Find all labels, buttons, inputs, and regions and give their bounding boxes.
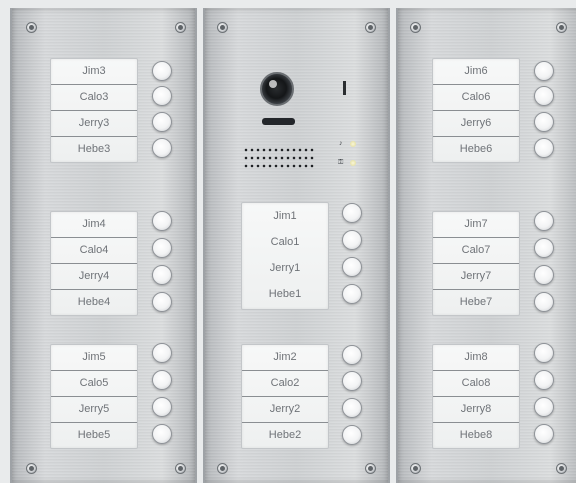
- screw-icon: [410, 22, 421, 33]
- resident-label: Hebe2: [268, 429, 302, 441]
- screw-icon: [365, 22, 376, 33]
- call-button[interactable]: [342, 398, 362, 418]
- resident-label: Jerry7: [433, 264, 519, 290]
- call-button[interactable]: [534, 424, 554, 444]
- resident-label: Calo5: [51, 371, 137, 397]
- resident-label: Jim3: [51, 59, 137, 85]
- resident-label: Jerry2: [242, 397, 328, 423]
- name-card: Jim6 Calo6 Jerry6 Hebe6: [432, 58, 520, 163]
- resident-label: Hebe1: [268, 288, 302, 300]
- resident-label: Calo2: [242, 371, 328, 397]
- screw-icon: [217, 22, 228, 33]
- microphone-icon: [343, 81, 346, 95]
- call-button[interactable]: [534, 112, 554, 132]
- call-button[interactable]: [152, 211, 172, 231]
- name-card: Jim3 Calo3 Jerry3 Hebe3: [50, 58, 138, 163]
- call-button[interactable]: [152, 265, 172, 285]
- resident-label: Hebe6: [459, 143, 493, 155]
- name-card: Jim4 Calo4 Jerry4 Hebe4: [50, 211, 138, 316]
- right-panel: Jim6 Calo6 Jerry6 Hebe6 Jim7 Calo7 Jerry…: [396, 8, 576, 483]
- call-button[interactable]: [152, 370, 172, 390]
- resident-label: Jim1: [273, 210, 297, 222]
- resident-label: Jim2: [242, 345, 328, 371]
- resident-label: Jim8: [433, 345, 519, 371]
- call-button[interactable]: [152, 397, 172, 417]
- resident-label: Calo1: [270, 236, 300, 248]
- camera-icon: [260, 72, 294, 106]
- call-button[interactable]: [152, 424, 172, 444]
- call-button[interactable]: [534, 292, 554, 312]
- resident-label: Jerry3: [51, 111, 137, 137]
- resident-label: Calo6: [433, 85, 519, 111]
- left-panel: Jim3 Calo3 Jerry3 Hebe3 Jim4 Calo4 Jerry…: [10, 8, 197, 483]
- call-button[interactable]: [534, 138, 554, 158]
- status-led: [350, 141, 356, 147]
- resident-label: Jim4: [51, 212, 137, 238]
- call-button[interactable]: [152, 138, 172, 158]
- resident-label: Calo4: [51, 238, 137, 264]
- resident-label: Jerry6: [433, 111, 519, 137]
- screw-icon: [175, 463, 186, 474]
- resident-label: Hebe4: [77, 296, 111, 308]
- call-button[interactable]: [342, 345, 362, 365]
- call-button[interactable]: [152, 343, 172, 363]
- center-panel: ♪ ⚿ Jim1 Calo1 Jerry1 Hebe1 Jim2 Calo2 J…: [203, 8, 390, 483]
- call-button[interactable]: [152, 238, 172, 258]
- call-button[interactable]: [534, 265, 554, 285]
- screw-icon: [217, 463, 228, 474]
- call-button[interactable]: [534, 370, 554, 390]
- resident-label: Calo3: [51, 85, 137, 111]
- call-button[interactable]: [534, 343, 554, 363]
- call-button[interactable]: [342, 425, 362, 445]
- call-button[interactable]: [152, 292, 172, 312]
- resident-label: Jerry1: [269, 262, 301, 274]
- resident-label: Calo8: [433, 371, 519, 397]
- name-card: Jim1 Calo1 Jerry1 Hebe1: [241, 202, 329, 310]
- name-card: Jim8 Calo8 Jerry8 Hebe8: [432, 344, 520, 449]
- screw-icon: [556, 463, 567, 474]
- resident-label: Jim6: [433, 59, 519, 85]
- call-button[interactable]: [342, 257, 362, 277]
- screw-icon: [410, 463, 421, 474]
- call-button[interactable]: [534, 61, 554, 81]
- screw-icon: [26, 463, 37, 474]
- call-button[interactable]: [342, 230, 362, 250]
- call-button[interactable]: [152, 112, 172, 132]
- resident-label: Calo7: [433, 238, 519, 264]
- resident-label: Jim5: [51, 345, 137, 371]
- screw-icon: [365, 463, 376, 474]
- call-button[interactable]: [342, 371, 362, 391]
- resident-label: Hebe3: [77, 143, 111, 155]
- infrared-strip: [262, 118, 295, 125]
- screw-icon: [556, 22, 567, 33]
- speaker-grille: [243, 146, 315, 168]
- resident-label: Jerry8: [433, 397, 519, 423]
- call-button[interactable]: [342, 203, 362, 223]
- name-card: Jim7 Calo7 Jerry7 Hebe7: [432, 211, 520, 316]
- screw-icon: [175, 22, 186, 33]
- name-card: Jim5 Calo5 Jerry5 Hebe5: [50, 344, 138, 449]
- status-led: [350, 160, 356, 166]
- call-button[interactable]: [534, 86, 554, 106]
- name-card: Jim2 Calo2 Jerry2 Hebe2: [241, 344, 329, 449]
- resident-label: Jim7: [433, 212, 519, 238]
- resident-label: Jerry4: [51, 264, 137, 290]
- call-button[interactable]: [342, 284, 362, 304]
- call-button[interactable]: [152, 86, 172, 106]
- call-button[interactable]: [534, 238, 554, 258]
- screw-icon: [26, 22, 37, 33]
- key-icon: ⚿: [338, 159, 344, 166]
- resident-label: Hebe7: [459, 296, 493, 308]
- call-button[interactable]: [152, 61, 172, 81]
- call-button[interactable]: [534, 211, 554, 231]
- call-button[interactable]: [534, 397, 554, 417]
- resident-label: Hebe5: [77, 429, 111, 441]
- resident-label: Hebe8: [459, 429, 493, 441]
- bell-icon: ♪: [339, 140, 343, 147]
- resident-label: Jerry5: [51, 397, 137, 423]
